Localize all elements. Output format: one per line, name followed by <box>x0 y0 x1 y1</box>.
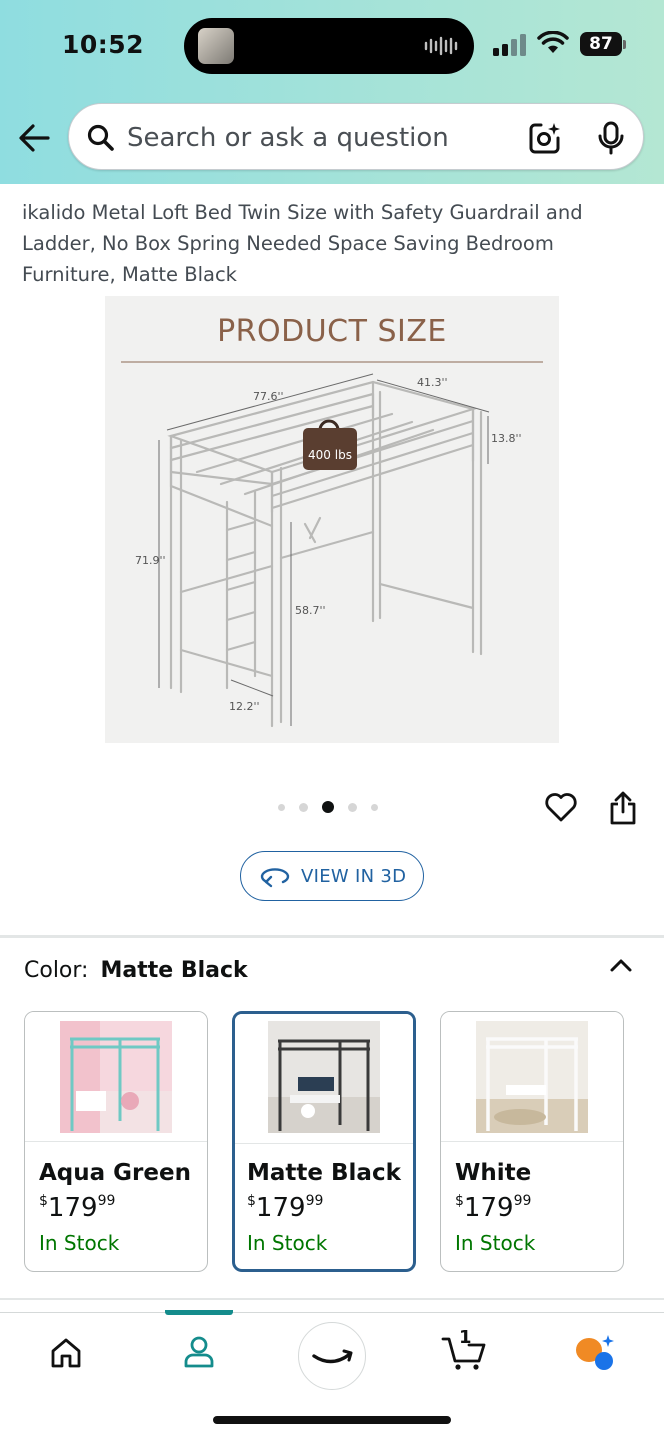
carousel-dot-active[interactable] <box>322 801 334 813</box>
carousel-dot[interactable] <box>348 802 357 812</box>
amazon-home-button[interactable] <box>298 1322 366 1390</box>
swatch-image-area <box>441 1012 623 1142</box>
cellular-signal-icon <box>493 34 526 56</box>
product-title[interactable]: ikalido Metal Loft Bed Twin Size with Sa… <box>22 197 632 290</box>
rotate-3d-icon <box>260 868 290 888</box>
dim-clearance: 58.7'' <box>295 604 326 617</box>
color-option-matte-black[interactable]: Matte Black $17999 In Stock <box>232 1011 416 1272</box>
swatch-price: $17999 <box>455 1193 531 1223</box>
dim-ladder: 12.2'' <box>229 700 260 713</box>
price-dollars: 179 <box>255 1193 306 1223</box>
active-tab-indicator <box>165 1310 233 1315</box>
swatch-stock-status: In Stock <box>247 1231 328 1255</box>
search-input[interactable]: Search or ask a question <box>127 123 449 153</box>
swatch-image-area <box>235 1014 413 1144</box>
heart-icon[interactable] <box>544 790 578 824</box>
color-label: Color: Matte Black <box>24 958 248 983</box>
white-bed-thumbnail <box>476 1021 588 1133</box>
cart-count: 1 <box>459 1327 472 1348</box>
price-cents: 99 <box>305 1193 324 1209</box>
battery-tip <box>623 40 626 49</box>
cart-button[interactable]: 1 <box>441 1327 487 1375</box>
account-icon[interactable] <box>183 1335 215 1369</box>
section-divider <box>0 935 664 938</box>
now-playing-thumbnail <box>198 28 234 64</box>
chevron-up-icon[interactable] <box>608 955 634 975</box>
home-indicator[interactable] <box>213 1416 451 1424</box>
swatch-stock-status: In Stock <box>455 1231 536 1255</box>
color-label-text: Color: <box>24 958 89 983</box>
weight-capacity: 400 lbs <box>308 448 352 462</box>
microphone-icon[interactable] <box>596 121 626 155</box>
price-dollars: 179 <box>463 1193 514 1223</box>
dim-height: 71.9'' <box>135 554 166 567</box>
product-image[interactable]: PRODUCT SIZE 77.6'' 41.3'' 13.8'' 71.9''… <box>105 296 559 743</box>
view-in-3d-label: VIEW IN 3D <box>301 866 407 887</box>
matte-black-bed-thumbnail <box>268 1021 380 1133</box>
price-currency: $ <box>455 1193 464 1209</box>
audio-waveform-icon <box>424 36 458 56</box>
camera-lens-icon[interactable] <box>527 120 563 156</box>
dim-width: 41.3'' <box>417 376 448 389</box>
home-icon[interactable] <box>49 1337 83 1369</box>
wifi-icon <box>537 31 569 53</box>
swatch-name: Aqua Green <box>39 1160 191 1186</box>
battery-indicator: 87 <box>580 32 622 56</box>
rufus-icon[interactable] <box>574 1333 616 1371</box>
price-cents: 99 <box>97 1193 116 1209</box>
status-time: 10:52 <box>62 30 145 59</box>
aqua-green-bed-thumbnail <box>60 1021 172 1133</box>
section-divider <box>0 1298 664 1300</box>
carousel-dot[interactable] <box>278 803 285 811</box>
search-icon <box>87 124 114 151</box>
dim-guardrail: 13.8'' <box>491 432 522 445</box>
swatch-image-area <box>25 1012 207 1142</box>
swatch-name: White <box>455 1160 532 1186</box>
swatch-price: $17999 <box>39 1193 115 1223</box>
share-icon[interactable] <box>608 790 638 826</box>
carousel-dot[interactable] <box>371 803 378 811</box>
swatch-name: Matte Black <box>247 1160 401 1186</box>
price-currency: $ <box>39 1193 48 1209</box>
dim-length: 77.6'' <box>253 390 284 403</box>
view-in-3d-button[interactable]: VIEW IN 3D <box>240 851 424 901</box>
color-option-white[interactable]: White $17999 In Stock <box>440 1011 624 1272</box>
back-arrow-icon[interactable] <box>16 120 54 156</box>
amazon-smile-icon <box>312 1349 353 1364</box>
carousel-dot[interactable] <box>299 802 308 812</box>
price-dollars: 179 <box>47 1193 98 1223</box>
swatch-price: $17999 <box>247 1193 323 1223</box>
price-cents: 99 <box>513 1193 532 1209</box>
color-option-aqua-green[interactable]: Aqua Green $17999 In Stock <box>24 1011 208 1272</box>
image-carousel-dots[interactable] <box>278 800 378 814</box>
swatch-stock-status: In Stock <box>39 1231 120 1255</box>
search-bar[interactable]: Search or ask a question <box>68 103 644 170</box>
top-header: 10:52 87 Search or ask a question <box>0 0 664 184</box>
loft-bed-dimension-diagram: 77.6'' 41.3'' 13.8'' 71.9'' 58.7'' 12.2'… <box>121 361 543 728</box>
selected-color: Matte Black <box>100 958 248 983</box>
price-currency: $ <box>247 1193 256 1209</box>
dynamic-island[interactable] <box>184 18 474 74</box>
